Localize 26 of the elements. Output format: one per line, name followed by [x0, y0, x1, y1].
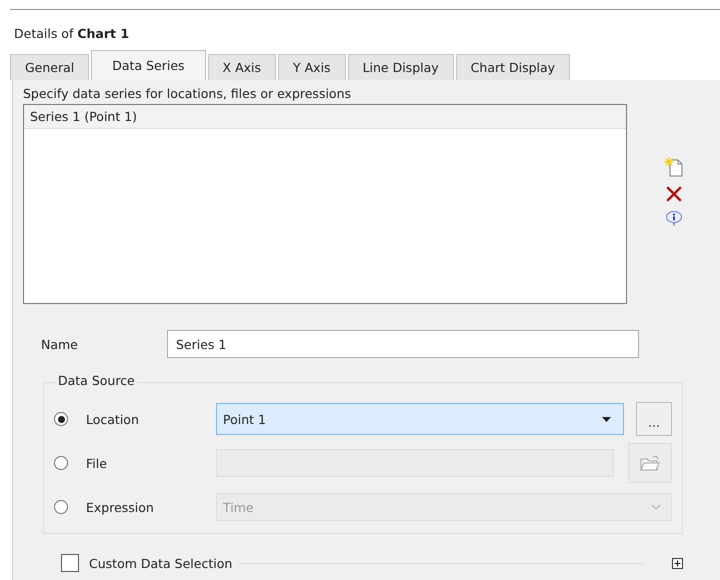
radio-label: File [86, 456, 108, 470]
name-label: Name [41, 336, 79, 352]
caret-icon [602, 416, 611, 422]
dialog-title: Details of Chart 1 [14, 26, 130, 43]
tab[interactable]: Data Series [91, 50, 206, 80]
expand-icon[interactable] [672, 558, 683, 568]
new-document-icon[interactable] [663, 156, 685, 178]
checkbox[interactable] [61, 554, 79, 572]
radio-label: Expression [86, 500, 155, 514]
tab[interactable]: Y Axis [278, 54, 346, 80]
tab[interactable]: Chart Display [456, 54, 570, 80]
description: Specify data series for locations, files or expressions [23, 86, 352, 103]
tab[interactable]: General [10, 54, 90, 80]
delete-icon[interactable] [666, 186, 682, 202]
radio-button[interactable] [54, 412, 68, 426]
tab[interactable]: Line Display [348, 54, 454, 80]
folder-icon [639, 454, 661, 472]
radio-label: Location [86, 412, 140, 426]
checkbox-label: Custom Data Selection [89, 556, 232, 570]
chevron-icon [651, 504, 661, 510]
info-icon[interactable] [665, 210, 683, 226]
location-dropdown[interactable]: Point 1 [216, 403, 624, 435]
list-item[interactable]: Series 1 (Point 1) [24, 105, 626, 129]
group-title: Data Source [56, 373, 137, 388]
tab[interactable]: X Axis [208, 54, 276, 80]
name-field[interactable]: Series 1 [167, 330, 639, 358]
